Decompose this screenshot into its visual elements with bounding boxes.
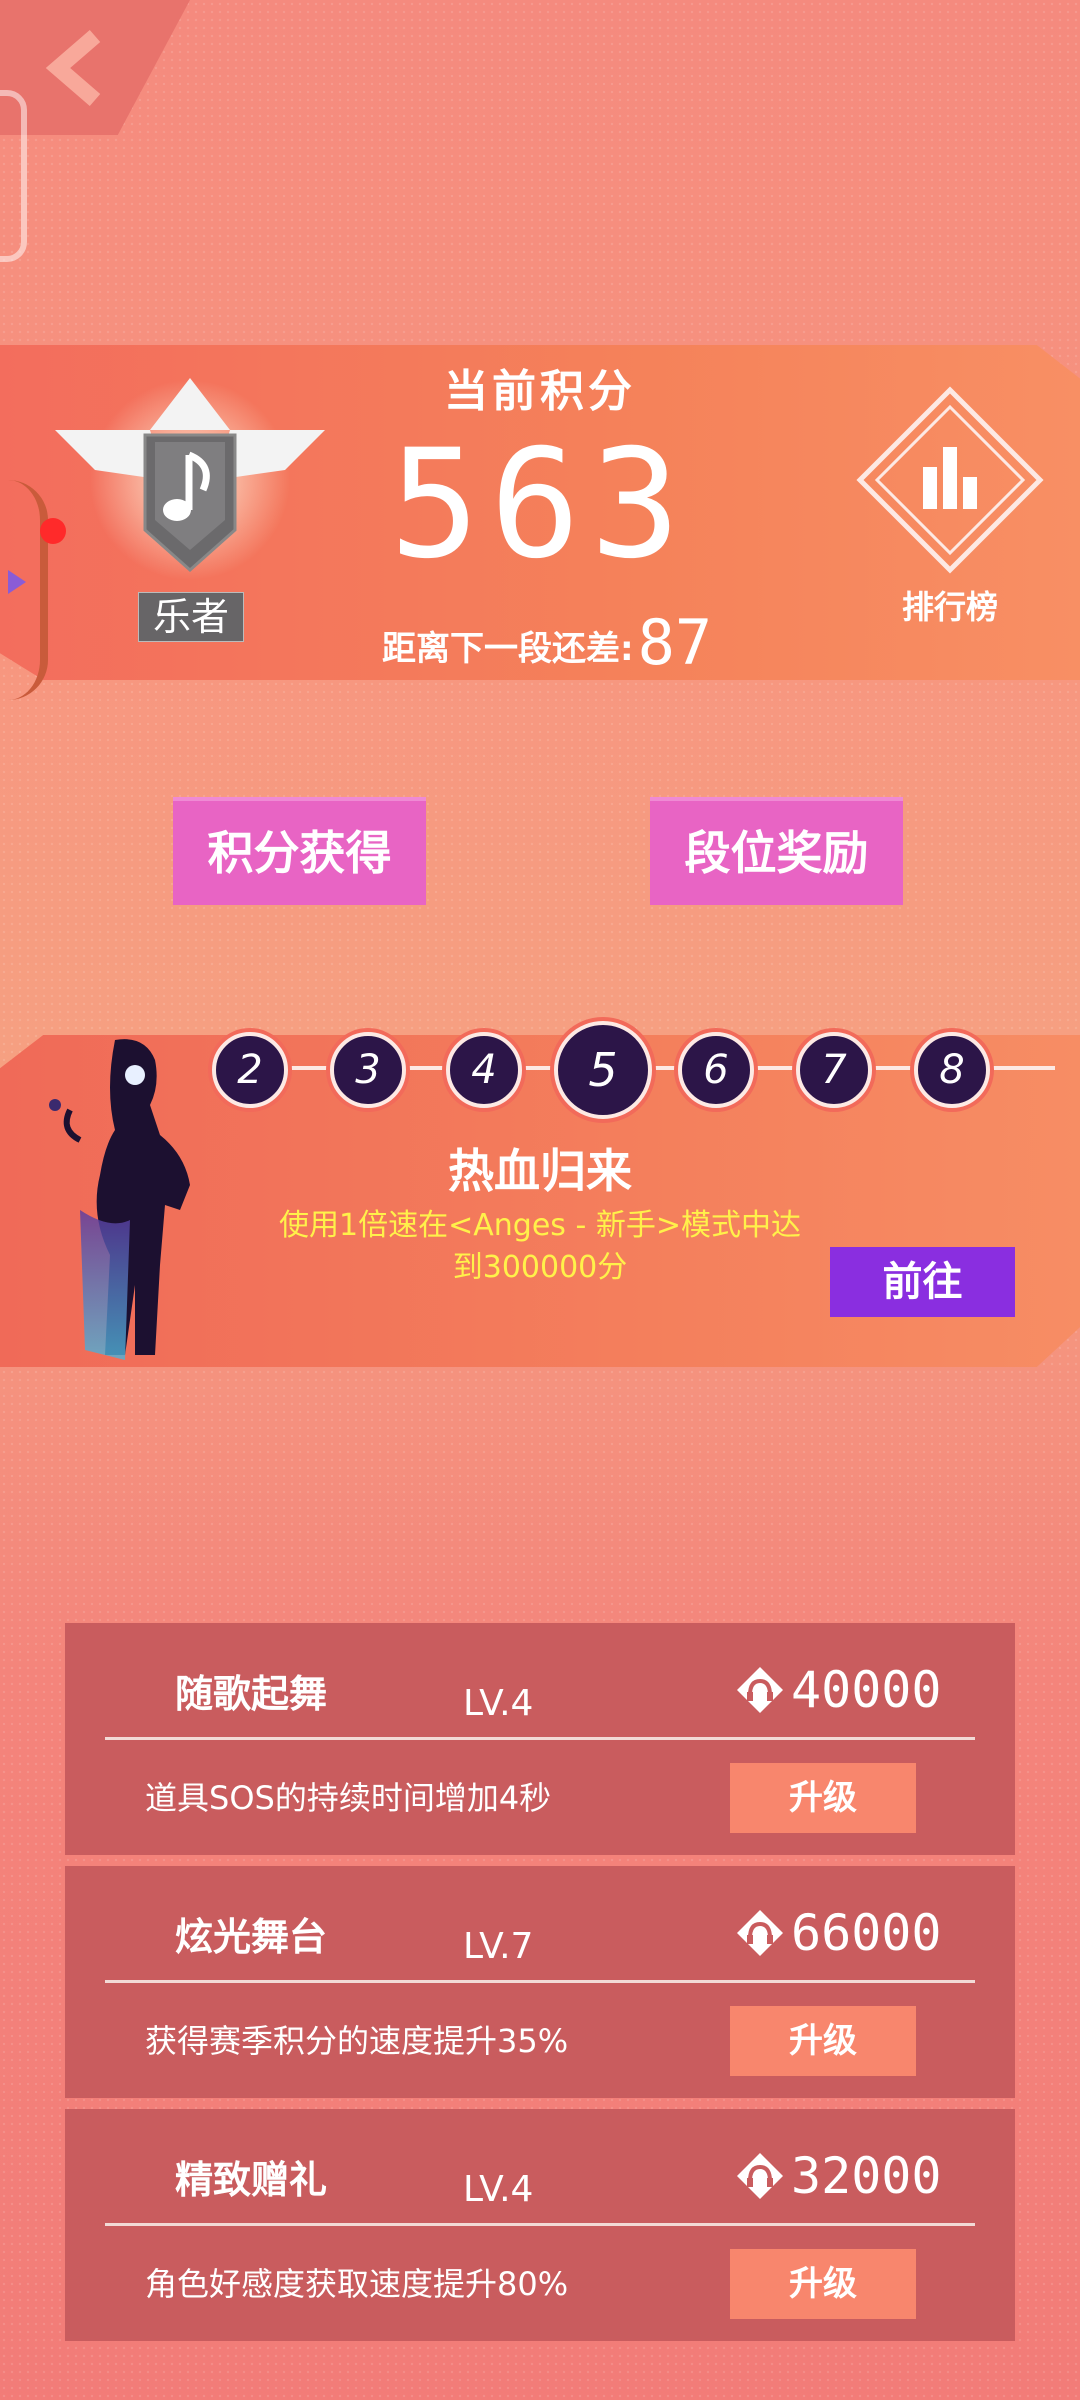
back-chevron-icon — [45, 29, 101, 107]
next-rank-diff: 距离下一段还差:87 — [382, 606, 712, 679]
rank-emblem-icon — [55, 378, 325, 580]
skill-description: 道具SOS的持续时间增加4秒 — [145, 1779, 552, 1817]
next-rank-value: 87 — [637, 606, 713, 679]
character-silhouette — [49, 1039, 190, 1360]
skill-card: 炫光舞台 LV.7 66000 获得赛季积分的速度提升35% 升级 — [65, 1866, 1015, 2098]
skill-cost-value: 40000 — [791, 1661, 942, 1719]
rank-rewards-button[interactable]: 段位奖励 — [650, 797, 903, 905]
next-rank-label: 距离下一段还差: — [382, 629, 634, 669]
skill-card: 精致赠礼 LV.4 32000 角色好感度获取速度提升80% 升级 — [65, 2109, 1015, 2341]
skill-level: LV.4 — [463, 2169, 534, 2210]
card-divider — [105, 2223, 975, 2226]
skill-cost: 40000 — [735, 1661, 942, 1719]
skill-description: 获得赛季积分的速度提升35% — [145, 2022, 569, 2060]
diamond-currency-icon — [737, 2153, 783, 2199]
rank-label: 乐者 — [138, 592, 244, 642]
level-3[interactable]: 3 — [330, 1032, 406, 1108]
upgrade-button[interactable]: 升级 — [730, 2249, 916, 2319]
task-title: 热血归来 — [448, 1144, 632, 1198]
task-description: 使用1倍速在<Anges - 新手>模式中达 到300000分 — [250, 1205, 830, 1289]
diamond-currency-icon — [737, 1910, 783, 1956]
go-button[interactable]: 前往 — [830, 1247, 1015, 1317]
side-arrow-icon — [8, 570, 26, 594]
skill-level: LV.4 — [463, 1683, 534, 1724]
task-desc-line1: 使用1倍速在<Anges - 新手>模式中达 — [279, 1208, 801, 1243]
skill-name: 精致赠礼 — [175, 2158, 328, 2202]
skill-cost: 66000 — [735, 1904, 942, 1962]
task-desc-line2: 到300000分 — [452, 1250, 628, 1285]
level-4[interactable]: 4 — [446, 1032, 522, 1108]
back-button[interactable] — [0, 0, 190, 135]
level-8[interactable]: 8 — [914, 1032, 990, 1108]
skill-card: 随歌起舞 LV.4 40000 道具SOS的持续时间增加4秒 升级 — [65, 1623, 1015, 1855]
upgrade-button[interactable]: 升级 — [730, 2006, 916, 2076]
left-edge-decoration — [0, 90, 27, 262]
level-5-active[interactable]: 5 — [554, 1021, 652, 1119]
skill-name: 随歌起舞 — [175, 1672, 328, 1716]
diamond-currency-icon — [737, 1667, 783, 1713]
card-divider — [105, 1737, 975, 1740]
earn-points-button[interactable]: 积分获得 — [173, 797, 426, 905]
level-6[interactable]: 6 — [678, 1032, 754, 1108]
skill-cost-value: 32000 — [791, 2147, 942, 2205]
skill-description: 角色好感度获取速度提升80% — [145, 2265, 569, 2303]
skill-level: LV.7 — [463, 1926, 534, 1967]
card-divider — [105, 1980, 975, 1983]
skill-cost-value: 66000 — [791, 1904, 942, 1962]
upgrade-button[interactable]: 升级 — [730, 1763, 916, 1833]
leaderboard-bars-icon — [856, 386, 1044, 574]
leaderboard-label: 排行榜 — [901, 588, 998, 626]
level-7[interactable]: 7 — [796, 1032, 872, 1108]
skill-cost: 32000 — [735, 2147, 942, 2205]
skill-name: 炫光舞台 — [175, 1915, 328, 1959]
